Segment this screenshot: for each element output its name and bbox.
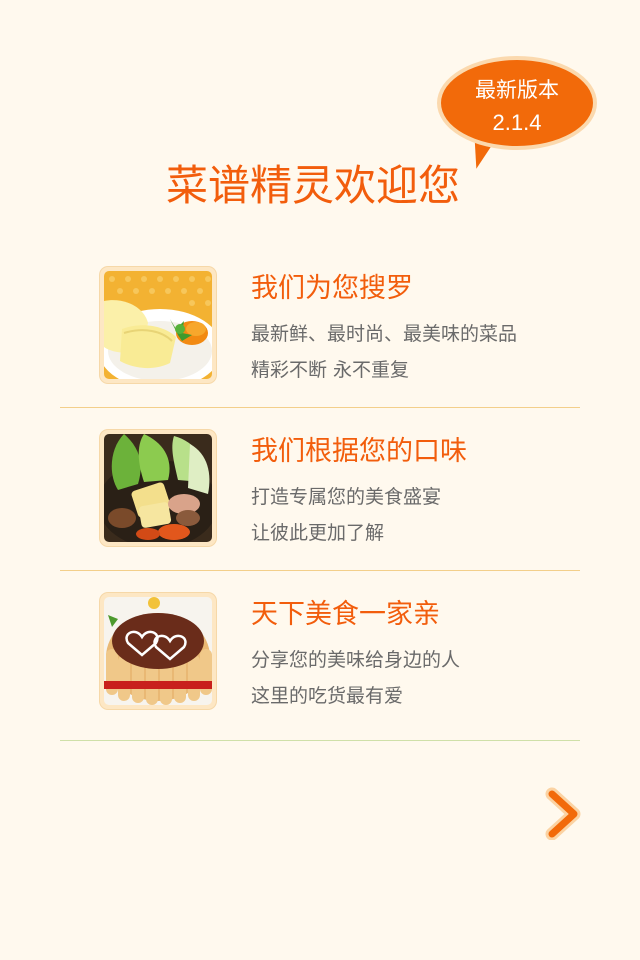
feature-description: 这里的吃货最有爱 [251,685,404,707]
feature-title: 我们为您搜罗 [251,273,413,304]
feature-item-taste: 我们根据您的口味 打造专属您的美食盛宴 让彼此更加了解 [60,408,580,571]
heart-cake-image [100,593,216,709]
next-button[interactable] [540,786,590,841]
welcome-screen: 最新版本 2.1.4 菜谱精灵欢迎您 我们为您搜罗 最新鲜、最时尚、最美味的菜品… [0,0,640,960]
feature-item-collect: 我们为您搜罗 最新鲜、最时尚、最美味的菜品 精彩不断 永不重复 [60,245,580,408]
feature-item-share: 天下美食一家亲 分享您的美味给身边的人 这里的吃货最有爱 [60,571,580,741]
feature-title: 天下美食一家亲 [251,599,440,630]
version-label: 最新版本 [475,78,559,102]
feature-description: 精彩不断 永不重复 [251,359,410,381]
feature-description: 最新鲜、最时尚、最美味的菜品 [251,323,518,345]
feature-description: 打造专属您的美食盛宴 [251,486,442,508]
crepe-dish-image [100,267,216,383]
feature-list: 我们为您搜罗 最新鲜、最时尚、最美味的菜品 精彩不断 永不重复 我们根据您的口味… [60,245,580,741]
chevron-right-icon [545,787,581,841]
hotpot-ingredients-illustration [104,434,212,542]
feature-title: 我们根据您的口味 [251,436,467,467]
version-number: 2.1.4 [492,110,542,135]
feature-description: 让彼此更加了解 [251,522,385,544]
crepe-dish-illustration [104,271,212,379]
hotpot-ingredients-image [100,430,216,546]
version-bubble: 最新版本 2.1.4 [437,56,597,150]
welcome-title: 菜谱精灵欢迎您 [165,161,460,210]
heart-cake-illustration [104,597,212,705]
feature-description: 分享您的美味给身边的人 [251,649,461,671]
